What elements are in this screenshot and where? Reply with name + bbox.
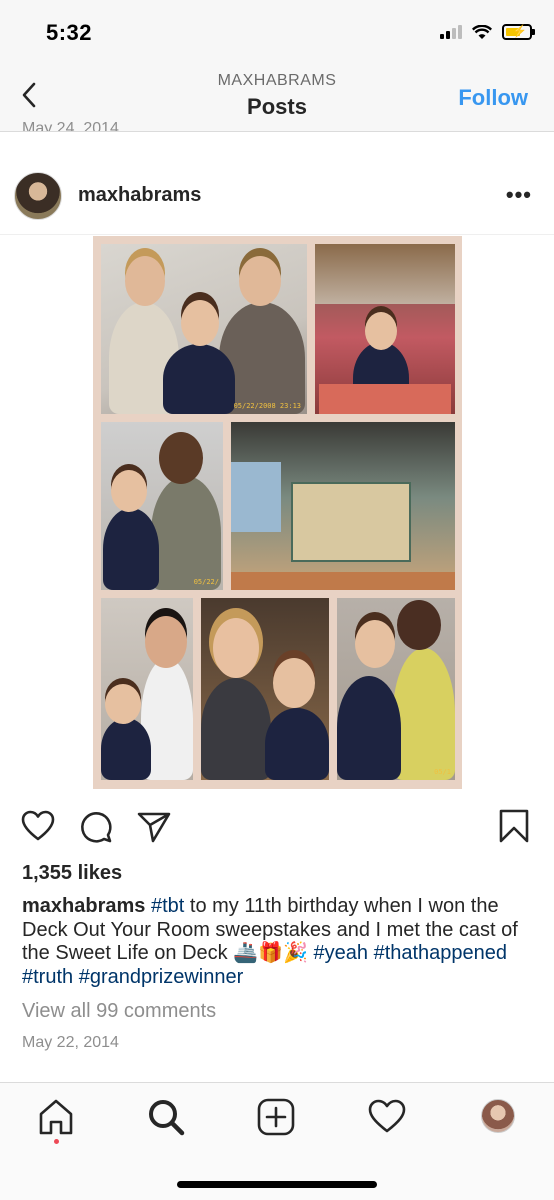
caption-username[interactable]: maxhabrams xyxy=(22,895,145,917)
wifi-icon xyxy=(472,24,492,39)
like-count[interactable]: 1,355 likes xyxy=(22,862,122,885)
previous-post-date: May 24, 2014 xyxy=(22,120,119,132)
profile-tab-avatar[interactable] xyxy=(481,1099,515,1133)
heart-icon[interactable] xyxy=(367,1097,407,1137)
notification-dot xyxy=(54,1139,59,1144)
post-header: maxhabrams ••• xyxy=(0,162,554,226)
view-comments-link[interactable]: View all 99 comments xyxy=(22,1000,216,1023)
divider xyxy=(0,234,554,235)
status-bar: 5:32 ⚡ xyxy=(0,0,554,60)
caption-emojis: 🚢🎁🎉 xyxy=(233,942,308,964)
photo-timestamp: 05/22/ xyxy=(193,578,219,586)
heart-icon[interactable] xyxy=(20,808,56,844)
home-indicator xyxy=(177,1181,377,1188)
paper-plane-icon[interactable] xyxy=(136,808,172,844)
photo-tile xyxy=(101,598,193,780)
photo-timestamp: 05/22/2008 23:13 xyxy=(233,402,301,410)
hashtag-thathappened[interactable]: #thathappened xyxy=(374,942,507,964)
status-indicators: ⚡ xyxy=(440,24,535,40)
home-icon[interactable] xyxy=(36,1097,76,1137)
status-time: 5:32 xyxy=(46,20,93,45)
post-date: May 22, 2014 xyxy=(22,1034,119,1051)
post-actions xyxy=(0,804,554,848)
post-caption: maxhabrams #tbt to my 11th birthday when… xyxy=(22,895,534,989)
hashtag-tbt[interactable]: #tbt xyxy=(151,895,184,917)
photo-tile: 05/22/ xyxy=(101,422,223,590)
photo-tile xyxy=(315,244,455,414)
photo-tile xyxy=(201,598,329,780)
more-horizontal-icon[interactable]: ••• xyxy=(506,182,532,208)
photo-tile xyxy=(231,422,455,590)
photo-tile: 05/22/2008 23:13 xyxy=(101,244,307,414)
photo-tile: 05/1 xyxy=(337,598,455,780)
post-username[interactable]: maxhabrams xyxy=(78,184,201,207)
photo-timestamp: 05/1 xyxy=(434,768,451,776)
post-photo[interactable]: 05/22/2008 23:13 05/22/ 05/1 xyxy=(93,236,462,789)
battery-icon: ⚡ xyxy=(502,24,535,40)
follow-button[interactable]: Follow xyxy=(458,85,528,111)
search-icon[interactable] xyxy=(146,1097,186,1137)
comment-icon[interactable] xyxy=(78,808,114,844)
hashtag-yeah[interactable]: #yeah xyxy=(314,942,369,964)
hashtag-truth[interactable]: #truth xyxy=(22,966,73,988)
avatar[interactable] xyxy=(14,172,62,220)
bookmark-icon[interactable] xyxy=(496,808,532,844)
cellular-signal-icon xyxy=(440,25,462,39)
plus-square-icon[interactable] xyxy=(256,1097,296,1137)
bottom-tab-bar xyxy=(0,1082,554,1200)
nav-header: MAXHABRAMS Posts Follow May 24, 2014 xyxy=(0,60,554,132)
hashtag-grandprizewinner[interactable]: #grandprizewinner xyxy=(79,966,244,988)
